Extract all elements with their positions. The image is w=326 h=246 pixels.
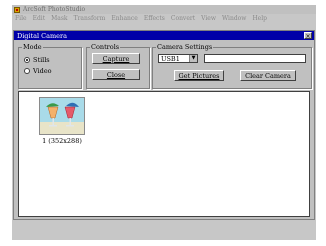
mode-label: Mode <box>22 43 43 51</box>
photo-icon <box>40 98 84 134</box>
mode-stills-label: Stills <box>33 56 50 64</box>
dialog-titlebar: Digital Camera × <box>14 31 314 40</box>
mode-video-label: Video <box>33 67 52 75</box>
digital-camera-dialog: Digital Camera × Mode Stills Video Contr… <box>13 30 315 220</box>
radio-unselected-icon[interactable] <box>24 68 30 74</box>
app-icon <box>14 6 20 13</box>
radio-selected-icon[interactable] <box>24 57 30 63</box>
thumbnail-viewer: 1 (352x288) <box>18 91 310 217</box>
app-title: ArcSoft PhotoStudio <box>23 6 86 13</box>
menu-view[interactable]: View <box>201 15 216 22</box>
menu-enhance[interactable]: Enhance <box>111 15 137 22</box>
capture-button[interactable]: Capture <box>92 53 140 64</box>
close-button[interactable]: Close <box>92 69 140 80</box>
menu-bar: File Edit Mask Transform Enhance Effects… <box>12 14 316 23</box>
menu-transform[interactable]: Transform <box>74 15 106 22</box>
port-select[interactable]: USB1 ▼ <box>158 54 198 63</box>
clear-camera-button[interactable]: Clear Camera <box>240 70 296 81</box>
camera-text-field[interactable] <box>204 54 306 63</box>
menu-window[interactable]: Window <box>222 15 246 22</box>
thumbnail-image[interactable] <box>39 97 85 135</box>
mode-video-radio[interactable]: Video <box>24 67 52 75</box>
menu-edit[interactable]: Edit <box>33 15 46 22</box>
controls-label: Controls <box>90 43 121 51</box>
menu-effects[interactable]: Effects <box>144 15 165 22</box>
menu-help[interactable]: Help <box>252 15 267 22</box>
dialog-title: Digital Camera <box>17 31 68 40</box>
chevron-down-icon[interactable]: ▼ <box>189 55 197 62</box>
close-icon[interactable]: × <box>304 32 312 40</box>
menu-file[interactable]: File <box>15 15 27 22</box>
get-pictures-button[interactable]: Get Pictures <box>174 70 224 81</box>
mode-stills-radio[interactable]: Stills <box>24 56 50 64</box>
menu-mask[interactable]: Mask <box>51 15 67 22</box>
menu-convert[interactable]: Convert <box>171 15 195 22</box>
app-titlebar: ArcSoft PhotoStudio <box>12 5 316 14</box>
camera-settings-label: Camera Settings <box>156 43 214 51</box>
app-window: ArcSoft PhotoStudio File Edit Mask Trans… <box>12 5 316 240</box>
port-select-value: USB1 <box>161 54 180 63</box>
thumbnail-caption: 1 (352x288) <box>42 137 82 145</box>
